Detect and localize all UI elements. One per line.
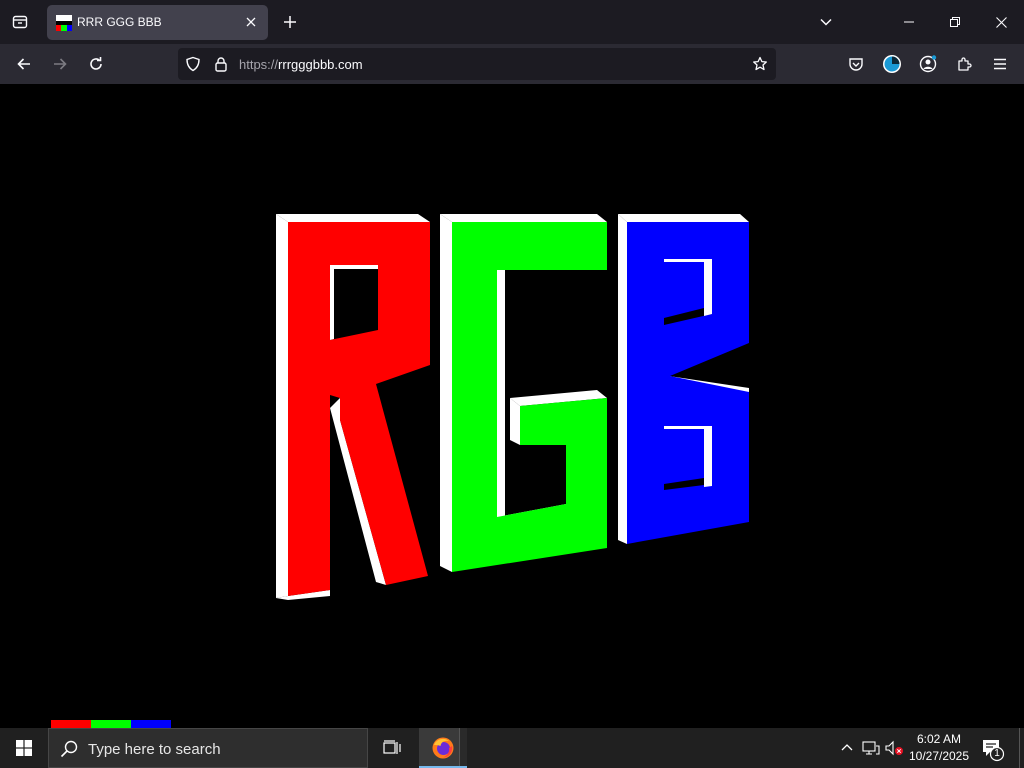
network-tray-button[interactable]	[861, 738, 881, 758]
tab-strip: RRR GGG BBB	[0, 0, 1024, 44]
extensions-button[interactable]	[948, 48, 980, 80]
start-button[interactable]	[0, 728, 48, 768]
extension-circle-icon	[883, 55, 901, 73]
task-view-icon	[383, 740, 401, 754]
letter-g	[440, 214, 607, 572]
window-close-button[interactable]	[978, 0, 1024, 44]
minimize-button[interactable]	[886, 0, 932, 44]
clock-date: 10/27/2025	[908, 749, 970, 763]
list-all-tabs-button[interactable]	[812, 8, 840, 36]
tracking-protection-button[interactable]	[184, 55, 202, 73]
search-icon	[60, 740, 78, 758]
chevron-up-icon	[841, 744, 853, 751]
tab-title: RRR GGG BBB	[77, 15, 162, 29]
url-scheme: https://	[239, 57, 279, 72]
lock-icon	[215, 57, 227, 72]
firefox-view-icon	[12, 15, 28, 29]
address-bar[interactable]: https://rrrgggbbb.com	[178, 48, 776, 80]
letter-b	[618, 214, 749, 544]
letter-r	[276, 214, 430, 600]
notification-count-badge: 1	[994, 748, 1000, 759]
rgb-3d-logo	[276, 214, 749, 600]
bookmark-star-button[interactable]	[751, 55, 769, 73]
url-host: rrrgggbbb.com	[278, 57, 363, 72]
volume-tray-button[interactable]	[885, 738, 905, 758]
chevron-down-icon	[820, 18, 832, 26]
volume-muted-icon	[885, 740, 903, 756]
browser-tab-active[interactable]: RRR GGG BBB	[47, 5, 268, 40]
pocket-icon	[849, 58, 863, 71]
show-hidden-icons-button[interactable]	[837, 738, 857, 758]
reload-button[interactable]	[80, 48, 112, 80]
forward-button[interactable]	[44, 48, 76, 80]
extension-button[interactable]	[876, 48, 908, 80]
new-tab-button[interactable]	[276, 8, 304, 36]
taskbar-window-stack	[459, 728, 467, 768]
site-security-button[interactable]	[212, 55, 230, 73]
back-button[interactable]	[8, 48, 40, 80]
reload-icon	[90, 57, 102, 70]
taskbar-search-box[interactable]: Type here to search	[48, 728, 368, 768]
page-content	[0, 84, 1024, 728]
green-color-bar	[91, 720, 131, 728]
firefox-logo-icon	[432, 737, 454, 759]
blue-color-bar	[131, 720, 171, 728]
firefox-taskbar-button[interactable]	[419, 728, 467, 768]
navigation-toolbar: https://rrrgggbbb.com	[0, 44, 1024, 84]
network-icon	[862, 741, 880, 755]
forward-arrow-icon	[54, 58, 67, 70]
back-arrow-icon	[17, 58, 30, 70]
task-view-button[interactable]	[371, 728, 413, 768]
rgb-favicon-icon	[56, 15, 72, 31]
url-text[interactable]: https://rrrgggbbb.com	[239, 57, 363, 72]
shield-icon	[186, 56, 200, 72]
app-menu-button[interactable]	[984, 48, 1016, 80]
close-icon	[995, 16, 1007, 28]
system-clock[interactable]: 6:02 AM 10/27/2025	[906, 731, 972, 765]
minimize-icon	[904, 21, 914, 23]
windows-taskbar: Type here to search 6:02 AM 10/27/2025 1	[0, 728, 1024, 768]
pocket-button[interactable]	[840, 48, 872, 80]
show-desktop-button[interactable]	[1019, 728, 1024, 768]
hamburger-menu-icon	[994, 58, 1006, 70]
star-icon	[753, 56, 767, 71]
tab-close-button[interactable]	[242, 13, 260, 31]
close-icon	[246, 17, 256, 27]
search-placeholder: Type here to search	[88, 741, 221, 758]
restore-icon	[950, 17, 960, 27]
plus-icon	[284, 16, 296, 28]
puzzle-icon	[958, 57, 972, 71]
windows-logo-icon	[16, 740, 32, 756]
action-center-button[interactable]: 1	[978, 736, 1006, 762]
account-icon	[919, 55, 937, 73]
firefox-view-button[interactable]	[6, 8, 34, 36]
clock-time: 6:02 AM	[916, 732, 962, 746]
notification-icon	[983, 740, 1005, 762]
red-color-bar	[51, 720, 91, 728]
account-button[interactable]	[912, 48, 944, 80]
restore-button[interactable]	[932, 0, 978, 44]
